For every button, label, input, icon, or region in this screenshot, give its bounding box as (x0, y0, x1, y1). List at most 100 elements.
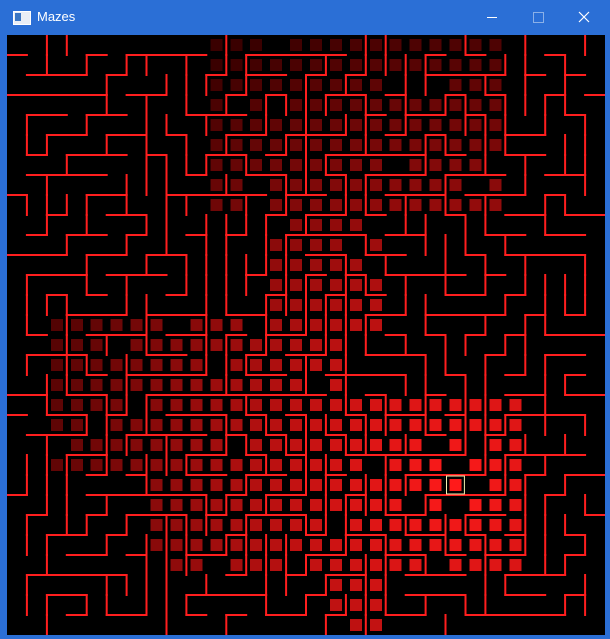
visited-cell (230, 119, 243, 131)
visited-cell (329, 539, 342, 551)
visited-cell (90, 399, 103, 411)
visited-cell (230, 339, 243, 351)
maximize-button[interactable] (515, 1, 561, 33)
minimize-button[interactable] (469, 1, 515, 33)
visited-cell (270, 479, 283, 491)
visited-cell (290, 539, 303, 551)
visited-cell (230, 39, 243, 51)
visited-cell (369, 499, 382, 511)
visited-cell (230, 139, 243, 151)
maze-canvas[interactable] (7, 35, 605, 635)
visited-cell (449, 399, 462, 411)
visited-cell (469, 39, 482, 51)
visited-cell (310, 179, 322, 191)
visited-cell (190, 559, 203, 571)
visited-cell (389, 199, 402, 211)
visited-cell (369, 159, 382, 171)
visited-cell (210, 59, 223, 71)
visited-cell (210, 539, 223, 551)
visited-cell (429, 159, 442, 171)
visited-cell (310, 299, 322, 311)
visited-cell (310, 359, 322, 371)
visited-cell (310, 199, 322, 211)
visited-cell (509, 539, 522, 551)
visited-cell (50, 319, 63, 331)
visited-cell (210, 339, 223, 351)
visited-cell (489, 199, 502, 211)
visited-cell (310, 99, 322, 111)
visited-cell (449, 99, 462, 111)
visited-cell (349, 559, 362, 571)
window-title: Mazes (37, 9, 76, 24)
visited-cell (50, 399, 63, 411)
visited-cell (329, 239, 342, 251)
visited-cell (349, 99, 362, 111)
visited-cell (409, 439, 422, 451)
visited-cell (170, 499, 183, 511)
visited-cell (349, 319, 362, 331)
visited-cell (329, 599, 342, 611)
visited-cell (230, 179, 243, 191)
visited-cell (329, 159, 342, 171)
visited-cell (409, 99, 422, 111)
visited-cell (349, 439, 362, 451)
visited-cell (230, 319, 243, 331)
visited-cell (270, 159, 283, 171)
visited-cell (290, 319, 303, 331)
visited-cell (70, 419, 83, 431)
title-bar[interactable]: Mazes (1, 1, 609, 33)
visited-cell (310, 119, 322, 131)
close-button[interactable] (561, 1, 607, 33)
visited-cell (469, 119, 482, 131)
visited-cell (409, 479, 422, 491)
visited-cell (329, 379, 342, 391)
visited-cell (429, 539, 442, 551)
visited-cell (270, 139, 283, 151)
visited-cell (270, 279, 283, 291)
visited-cell (90, 379, 103, 391)
visited-cell (349, 259, 362, 271)
visited-cell (449, 559, 462, 571)
visited-cell (190, 479, 203, 491)
visited-cell (150, 379, 163, 391)
visited-cell (250, 39, 263, 51)
visited-cell (50, 459, 63, 471)
visited-cell (449, 139, 462, 151)
visited-cell (230, 379, 243, 391)
visited-cell (190, 319, 203, 331)
visited-cell (449, 539, 462, 551)
visited-cell (70, 339, 83, 351)
visited-cell (449, 179, 462, 191)
visited-cell (369, 519, 382, 531)
visited-cell (409, 59, 422, 71)
visited-cell (509, 439, 522, 451)
visited-cell (270, 339, 283, 351)
visited-cell (409, 139, 422, 151)
visited-cell (230, 419, 243, 431)
visited-cell (369, 79, 382, 91)
visited-cell (210, 199, 223, 211)
visited-cell (170, 419, 183, 431)
visited-cell (250, 539, 263, 551)
visited-cell (349, 519, 362, 531)
visited-cell (290, 399, 303, 411)
visited-cell (250, 459, 263, 471)
visited-cell (449, 479, 462, 491)
visited-cell (190, 519, 203, 531)
visited-cell (170, 479, 183, 491)
visited-cell (469, 419, 482, 431)
visited-cell (290, 219, 303, 231)
visited-cell (290, 159, 303, 171)
visited-cell (290, 339, 303, 351)
visited-cell (230, 359, 243, 371)
visited-cell (150, 399, 163, 411)
visited-cell (110, 459, 123, 471)
visited-cell (230, 59, 243, 71)
visited-cell (349, 399, 362, 411)
visited-cell (170, 539, 183, 551)
visited-cell (389, 139, 402, 151)
visited-cell (369, 439, 382, 451)
visited-cell (369, 319, 382, 331)
visited-cell (489, 59, 502, 71)
visited-cell (449, 39, 462, 51)
